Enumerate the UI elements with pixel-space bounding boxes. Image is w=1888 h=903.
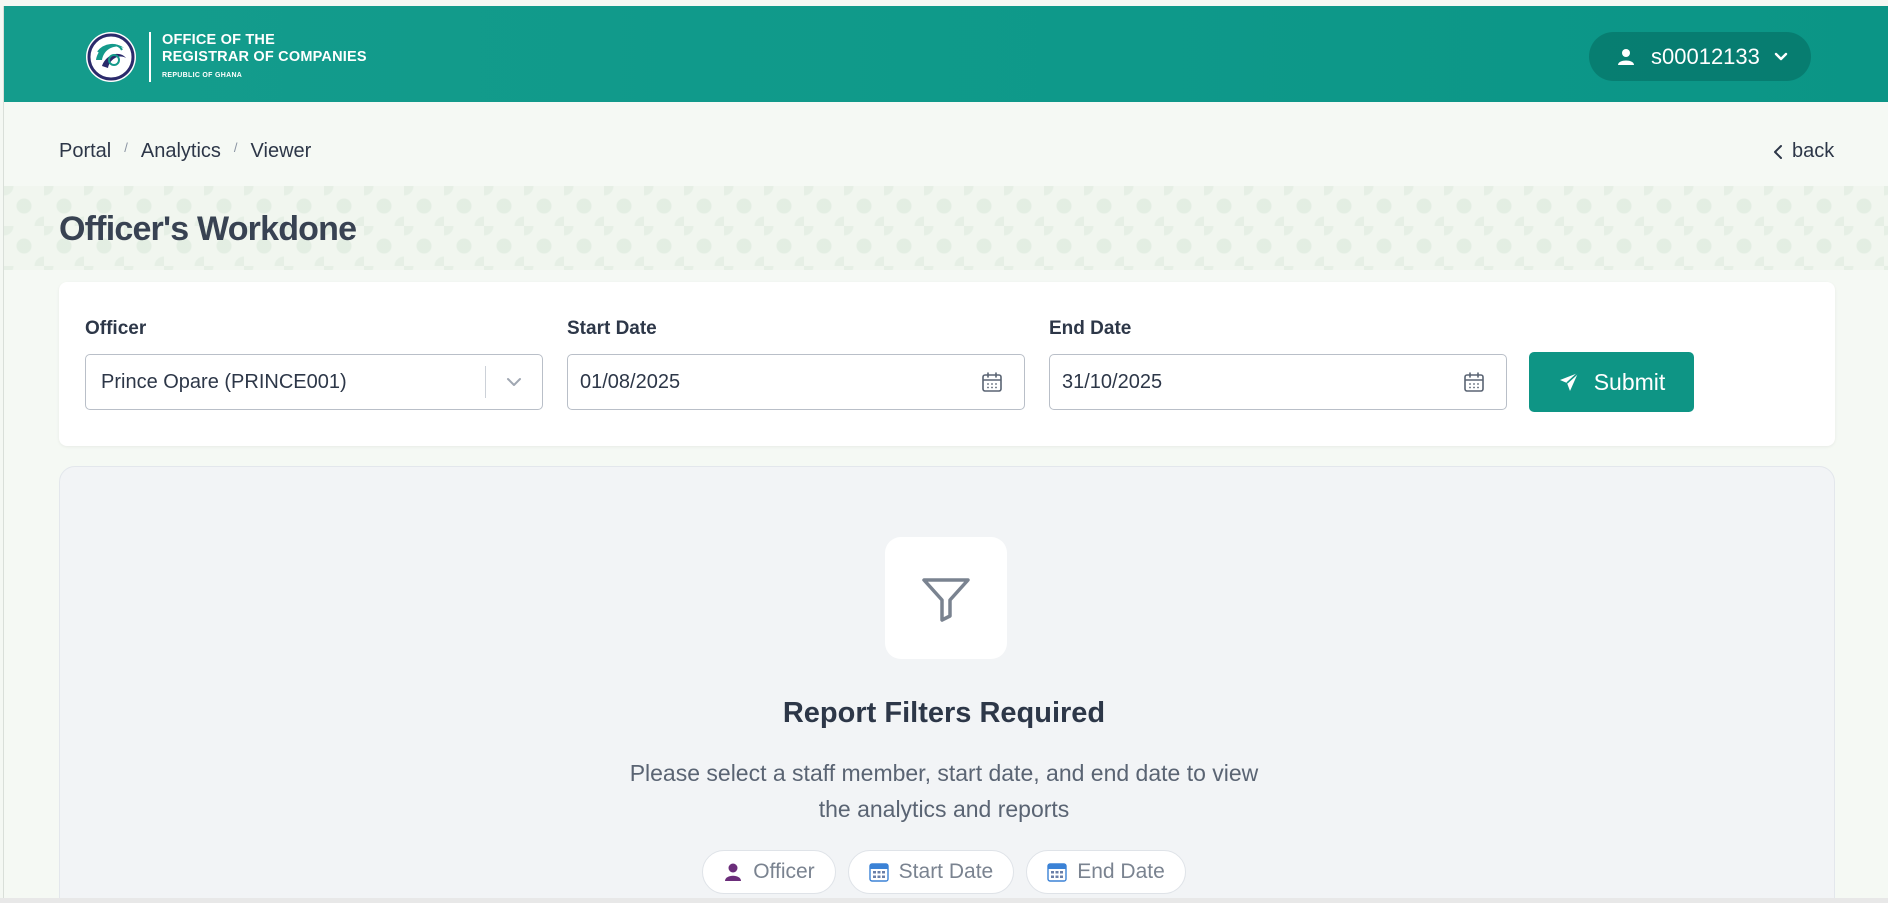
logo-text: OFFICE OF THE REGISTRAR OF COMPANIES REP… (162, 32, 367, 79)
submit-label: Submit (1593, 368, 1666, 395)
chip-officer-label: Officer (753, 860, 815, 883)
breadcrumb-portal[interactable]: Portal (59, 140, 111, 163)
person-icon (725, 863, 742, 881)
filter-icon (922, 578, 970, 622)
officer-label: Officer (85, 318, 147, 339)
orc-logo-icon[interactable] (84, 30, 138, 84)
chip-end-date-label: End Date (1077, 860, 1165, 883)
empty-state-description: Please select a staff member, start date… (594, 755, 1294, 827)
breadcrumb-separator: / (233, 140, 238, 155)
chip-end-date: End Date (1026, 850, 1186, 894)
start-date-input[interactable]: 01/08/2025 (567, 354, 1025, 410)
end-date-value: 31/10/2025 (1062, 370, 1163, 393)
chip-start-date: Start Date (847, 850, 1015, 894)
chevron-left-icon (1774, 144, 1782, 159)
empty-state-desc-line1: Please select a staff member, start date… (629, 760, 1259, 786)
user-menu-button[interactable]: s00012133 (1589, 32, 1811, 81)
empty-state-panel (59, 466, 1835, 898)
chip-officer: Officer (702, 850, 836, 894)
calendar-icon (1047, 863, 1067, 882)
empty-state-icon-box (885, 537, 1007, 659)
officer-selected-value: Prince Opare (PRINCE001) (101, 370, 347, 393)
logo-divider (149, 32, 151, 82)
filter-card: Officer Prince Opare (PRINCE001) Start D… (59, 282, 1835, 446)
back-label: back (1792, 140, 1835, 162)
breadcrumb: Portal / Analytics / Viewer (59, 140, 311, 163)
send-icon (1559, 372, 1579, 391)
required-filter-chips: Officer Start Date End Date (0, 850, 1888, 894)
chevron-down-icon (1774, 52, 1788, 60)
start-date-label: Start Date (567, 318, 657, 339)
logo-line3: REPUBLIC OF GHANA (162, 72, 243, 79)
empty-state-title: Report Filters Required (782, 697, 1106, 729)
user-id: s00012133 (1651, 43, 1760, 69)
breadcrumb-viewer: Viewer (250, 140, 312, 162)
calendar-icon (868, 863, 889, 882)
user-icon (1618, 48, 1634, 65)
end-date-label: End Date (1049, 318, 1132, 339)
select-chevron[interactable] (486, 373, 542, 391)
top-header: OFFICE OF THE REGISTRAR OF COMPANIES REP… (4, 6, 1888, 102)
chip-start-date-label: Start Date (898, 860, 994, 883)
calendar-icon[interactable] (980, 370, 1004, 394)
page-title: Officer's Workdone (59, 210, 357, 248)
officer-select[interactable]: Prince Opare (PRINCE001) (85, 354, 543, 410)
logo-line2: REGISTRAR OF COMPANIES (162, 49, 367, 65)
end-date-input[interactable]: 31/10/2025 (1049, 354, 1507, 410)
logo-line1: OFFICE OF THE (162, 32, 275, 48)
empty-state-desc-line2: the analytics and reports (818, 796, 1070, 822)
start-date-value: 01/08/2025 (580, 370, 681, 393)
back-link[interactable]: back (1772, 140, 1834, 163)
breadcrumb-analytics[interactable]: Analytics (141, 140, 221, 163)
chevron-down-icon (507, 378, 521, 386)
window-bottom-edge (0, 898, 1888, 903)
breadcrumb-separator: / (124, 140, 128, 155)
submit-button[interactable]: Submit (1529, 352, 1694, 412)
calendar-icon[interactable] (1462, 370, 1486, 394)
